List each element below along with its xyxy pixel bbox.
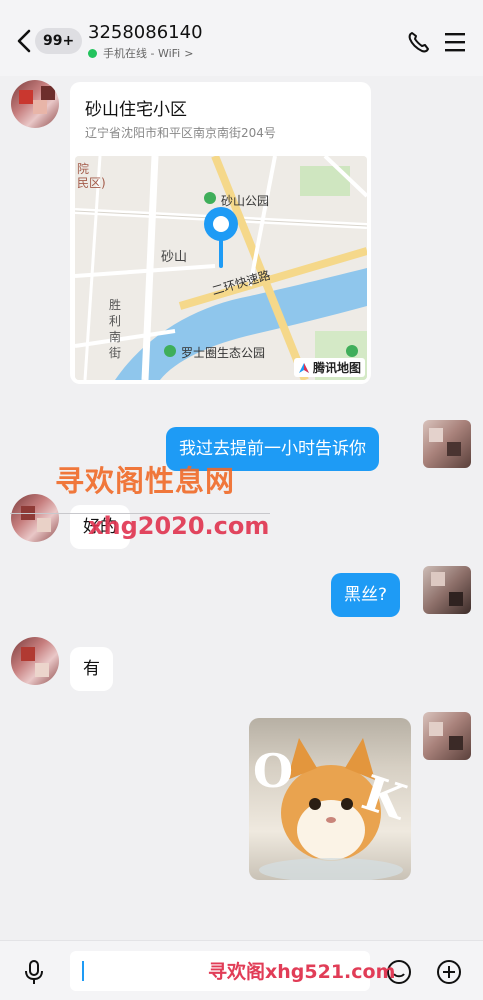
- map-brand-text: 腾讯地图: [312, 361, 361, 375]
- unread-badge[interactable]: 99+: [35, 28, 83, 54]
- self-avatar[interactable]: [423, 420, 471, 468]
- map-label-corner2: 民区): [77, 176, 106, 190]
- peer-name[interactable]: 3258086140: [88, 22, 203, 43]
- plus-circle-icon[interactable]: [436, 959, 462, 985]
- map-label-park2: 罗士圈生态公园: [181, 346, 266, 360]
- text-caret: [82, 961, 84, 981]
- back-chevron-icon[interactable]: [14, 28, 36, 54]
- watermark-url: xhg2020.com: [88, 512, 270, 540]
- peer-avatar[interactable]: [11, 80, 59, 128]
- microphone-icon[interactable]: [21, 959, 47, 985]
- sticker-letter-o: O: [253, 744, 294, 798]
- incoming-message[interactable]: 有: [70, 647, 113, 691]
- location-message-card[interactable]: 砂山住宅小区 辽宁省沈阳市和平区南京南街204号 砂山公园 砂山 二环快速路 罗…: [70, 82, 371, 384]
- phone-icon[interactable]: [406, 30, 432, 54]
- self-avatar[interactable]: [423, 566, 471, 614]
- chat-header: 99+ 3258086140 手机在线 - WiFi >: [0, 0, 483, 76]
- map-label-park1: 砂山公园: [221, 194, 270, 208]
- watermark-bottom: 寻欢阁xhg521.com: [208, 961, 396, 983]
- cat-ok-sticker[interactable]: O K: [249, 718, 411, 880]
- location-map[interactable]: 砂山公园 砂山 二环快速路 罗士圈生态公园 胜 利 南 街 院 民区) 腾讯地图: [75, 156, 367, 380]
- watermark-title: 寻欢阁性息网: [55, 464, 236, 498]
- outgoing-message[interactable]: 黑丝?: [331, 573, 401, 617]
- map-label-side4: 街: [109, 346, 122, 360]
- map-label-area: 砂山: [161, 250, 188, 265]
- status-text: 手机在线 - WiFi: [103, 47, 181, 60]
- online-dot-icon: [88, 48, 97, 58]
- map-label-side3: 南: [109, 330, 122, 344]
- map-brand-logo: 腾讯地图: [293, 358, 365, 377]
- online-status: 手机在线 - WiFi >: [88, 45, 193, 61]
- map-label-side1: 胜: [109, 298, 122, 312]
- self-avatar[interactable]: [423, 712, 471, 760]
- peer-avatar[interactable]: [11, 494, 59, 542]
- map-label-side2: 利: [109, 314, 122, 328]
- peer-avatar[interactable]: [11, 637, 59, 685]
- status-chevron: >: [184, 46, 194, 60]
- tencent-map-icon: [298, 362, 309, 373]
- location-title: 砂山住宅小区: [85, 100, 187, 120]
- hamburger-menu-icon[interactable]: [442, 30, 468, 54]
- location-address: 辽宁省沈阳市和平区南京南街204号: [85, 126, 276, 140]
